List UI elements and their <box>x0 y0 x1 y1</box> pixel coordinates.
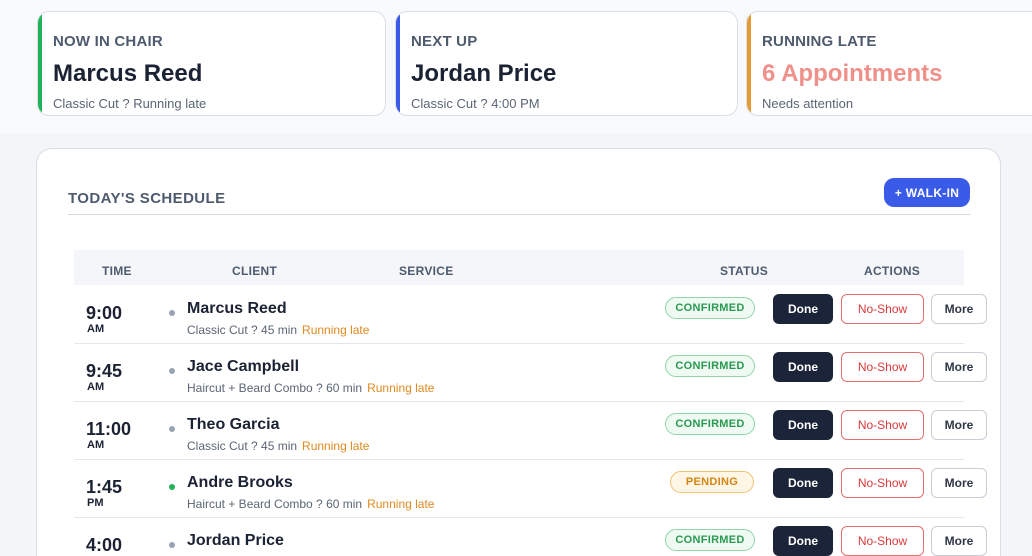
done-button[interactable]: Done <box>773 352 833 382</box>
running-late-tag: Running late <box>367 381 435 395</box>
done-button[interactable]: Done <box>773 294 833 324</box>
service-details: Classic Cut ? 45 min Running late <box>187 323 369 337</box>
card-value: Jordan Price <box>411 60 557 87</box>
more-button[interactable]: More <box>931 352 987 382</box>
appointment-ampm: AM <box>87 381 105 393</box>
status-badge: PENDING <box>670 471 754 493</box>
card-value: Marcus Reed <box>53 60 203 87</box>
client-name[interactable]: Andre Brooks <box>187 474 293 492</box>
service-text: Haircut + Beard Combo ? 60 min <box>187 497 363 511</box>
appointment-time: 11:00 <box>86 419 132 439</box>
client-name[interactable]: Marcus Reed <box>187 300 287 318</box>
table-row: 9:00 AM Marcus Reed Classic Cut ? 45 min Run… <box>74 286 987 344</box>
card-subtext: Classic Cut ? Running late <box>53 96 207 111</box>
schedule-title: TODAY'S SCHEDULE <box>68 190 226 207</box>
column-header-client: CLIENT <box>232 264 278 278</box>
table-header: TIME CLIENT SERVICE STATUS ACTIONS <box>74 250 964 285</box>
service-text: Classic Cut ? 45 min <box>187 323 298 337</box>
column-header-time: TIME <box>102 264 132 278</box>
done-button[interactable]: Done <box>773 468 833 498</box>
appointment-time: 9:00 <box>86 303 123 323</box>
client-name[interactable]: Jace Campbell <box>187 358 299 376</box>
card-running-late: RUNNING LATE 6 Appointments Needs attent… <box>746 11 1032 116</box>
done-button[interactable]: Done <box>773 526 833 556</box>
table-row: 9:45 AM Jace Campbell Haircut + Beard Combo… <box>74 344 987 402</box>
status-dot-icon <box>169 426 175 432</box>
column-header-actions: ACTIONS <box>864 264 921 278</box>
running-late-tag: Running late <box>302 323 370 337</box>
card-subtext: Classic Cut ? 4:00 PM <box>411 96 540 111</box>
card-label: RUNNING LATE <box>762 33 877 50</box>
card-now-in-chair: NOW IN CHAIR Marcus Reed Classic Cut ? R… <box>37 11 386 116</box>
client-name[interactable]: Theo Garcia <box>187 416 279 434</box>
no-show-button[interactable]: No-Show <box>841 352 924 382</box>
column-header-status: STATUS <box>720 264 769 278</box>
status-badge: CONFIRMED <box>665 355 755 377</box>
running-late-tag: Running late <box>302 439 370 453</box>
card-label: NEXT UP <box>411 33 478 50</box>
table-row: 4:00PMJordan PriceClassic Cut ? 45 minCO… <box>74 518 987 556</box>
schedule-panel: TODAY'S SCHEDULE + WALK-IN TIME CLIENT S… <box>36 148 1001 556</box>
status-dot-icon <box>169 310 175 316</box>
status-badge: CONFIRMED <box>665 297 755 319</box>
table-row: 1:45 PM Andre Brooks Haircut + Beard Combo … <box>74 460 987 518</box>
status-dot-icon <box>169 542 175 548</box>
no-show-button[interactable]: No-Show <box>841 526 924 556</box>
appointment-ampm: AM <box>87 323 105 335</box>
title-divider <box>68 214 970 215</box>
appointment-ampm: AM <box>87 439 105 451</box>
status-dot-icon <box>169 484 175 490</box>
service-text: Classic Cut ? 45 min <box>187 439 298 453</box>
appointment-ampm: PM <box>87 497 104 509</box>
service-details: Haircut + Beard Combo ? 60 min Running la… <box>187 497 434 511</box>
appointment-time: 1:45 <box>86 477 123 497</box>
card-accent-bar <box>38 12 42 115</box>
status-badge: CONFIRMED <box>665 413 755 435</box>
no-show-button[interactable]: No-Show <box>841 294 924 324</box>
card-subtext: Needs attention <box>762 96 854 111</box>
walk-in-button[interactable]: + WALK-IN <box>884 178 970 207</box>
column-header-service: SERVICE <box>399 264 454 278</box>
more-button[interactable]: More <box>931 526 987 556</box>
no-show-button[interactable]: No-Show <box>841 468 924 498</box>
status-dot-icon <box>169 368 175 374</box>
card-label: NOW IN CHAIR <box>53 33 163 50</box>
status-badge: CONFIRMED <box>665 529 755 551</box>
appointment-time: 9:45 <box>86 361 123 381</box>
running-late-tag: Running late <box>367 497 435 511</box>
appointment-time: 4:00 <box>86 535 123 555</box>
no-show-button[interactable]: No-Show <box>841 410 924 440</box>
card-value: 6 Appointments <box>762 60 943 87</box>
card-accent-bar <box>747 12 751 115</box>
more-button[interactable]: More <box>931 294 987 324</box>
service-details: Classic Cut ? 45 min Running late <box>187 439 369 453</box>
service-text: Haircut + Beard Combo ? 60 min <box>187 381 363 395</box>
client-name[interactable]: Jordan Price <box>187 532 284 550</box>
card-accent-bar <box>396 12 400 115</box>
more-button[interactable]: More <box>931 410 987 440</box>
more-button[interactable]: More <box>931 468 987 498</box>
done-button[interactable]: Done <box>773 410 833 440</box>
service-details: Haircut + Beard Combo ? 60 min Running la… <box>187 381 434 395</box>
card-next-up: NEXT UP Jordan Price Classic Cut ? 4:00 … <box>395 11 738 116</box>
table-row: 11:00 AM Theo Garcia Classic Cut ? 45 min Ru… <box>74 402 987 460</box>
